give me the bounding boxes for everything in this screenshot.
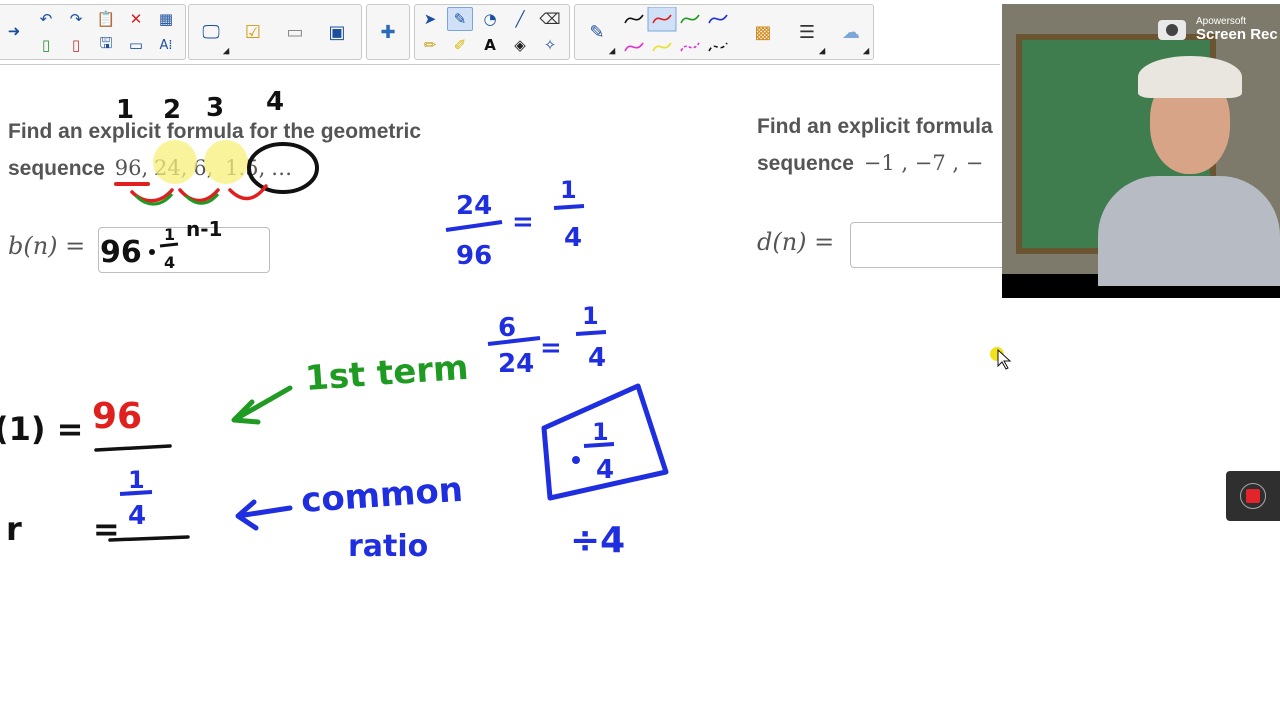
webcam-scene — [1002, 4, 1280, 286]
svg-text:96: 96 — [456, 241, 492, 271]
webcam-overlay: Apowersoft Screen Rec — [1002, 4, 1280, 298]
boxed-multiplier: 1 4 — [572, 418, 615, 485]
recorder-brand-line2: Screen Rec — [1196, 26, 1278, 43]
svg-text:1: 1 — [560, 176, 577, 204]
answer-ink-96: 96 — [100, 235, 142, 270]
svg-text:4: 4 — [164, 253, 175, 272]
svg-text:4: 4 — [596, 455, 614, 485]
svg-text:4: 4 — [564, 223, 582, 253]
presenter-cap — [1138, 56, 1242, 98]
highlight-term-2 — [153, 140, 197, 184]
svg-text:4: 4 — [128, 501, 146, 531]
divide-note: ÷4 — [570, 520, 625, 561]
svg-text:1: 1 — [164, 225, 175, 244]
first-term-lhs: (1) = — [0, 410, 83, 448]
answer-ink: 96 1 4 n-1 — [100, 217, 222, 272]
ratio-check-2: 6 24 = 1 4 — [487, 302, 607, 379]
term-index-1: 1 — [116, 95, 134, 125]
highlight-term-3 — [204, 140, 248, 184]
first-term-arrow — [231, 385, 293, 425]
term-index-2: 2 — [163, 95, 181, 125]
svg-text:4: 4 — [588, 343, 606, 373]
first-term-value: 96 — [92, 396, 142, 437]
svg-text:=: = — [540, 333, 562, 363]
ratio-equation: r = 1 4 — [6, 466, 190, 548]
presenter-body — [1098, 176, 1280, 286]
ratio-arrow — [235, 499, 293, 531]
stop-icon — [1246, 489, 1260, 503]
svg-text:1: 1 — [592, 418, 609, 446]
svg-text:24: 24 — [456, 191, 492, 221]
svg-text:1: 1 — [128, 466, 145, 494]
ratio-check-1: 24 96 = 1 4 — [445, 176, 585, 271]
svg-text:n-1: n-1 — [186, 217, 222, 241]
recorder-watermark: Apowersoft Screen Rec — [1196, 16, 1278, 43]
mouse-cursor-icon — [997, 348, 1012, 370]
term-index-4: 4 — [266, 87, 284, 117]
first-term-note: 1st term — [304, 348, 470, 399]
circle-term-4 — [247, 142, 319, 194]
svg-text:1: 1 — [582, 302, 599, 330]
svg-text:=: = — [512, 207, 534, 237]
svg-text:24: 24 — [498, 349, 534, 379]
svg-text:6: 6 — [498, 313, 516, 343]
first-term-equation: (1) = 96 — [0, 396, 172, 452]
term-index-3: 3 — [206, 93, 224, 123]
ratio-note-2: ratio — [348, 529, 428, 564]
record-stop-button[interactable] — [1226, 471, 1280, 521]
ratio-note-1: common — [300, 470, 464, 521]
camera-icon — [1158, 20, 1186, 40]
